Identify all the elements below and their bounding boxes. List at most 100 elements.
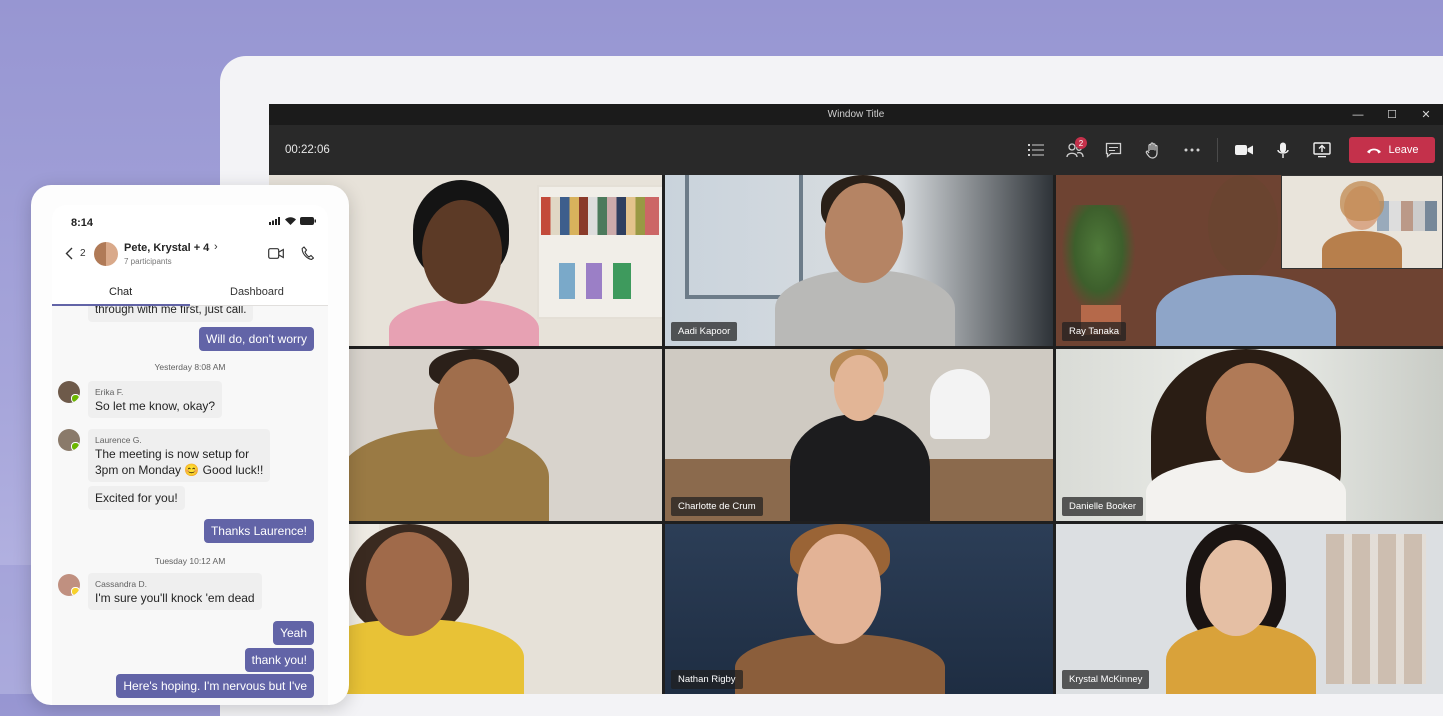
video-tile-aadi-kapoor[interactable]: Aadi Kapoor — [665, 175, 1053, 346]
video-tile-charlotte-de-crum[interactable]: Charlotte de Crum — [665, 349, 1053, 521]
timestamp: Yesterday 8:08 AM — [154, 362, 226, 372]
video-camera-icon — [1234, 145, 1253, 155]
close-button[interactable]: ✕ — [1409, 104, 1443, 125]
list-icon — [1027, 144, 1044, 156]
message-text-line: 3pm on Monday 😊 Good luck!! — [95, 463, 264, 477]
signal-icon — [269, 217, 280, 225]
toolbar-divider — [1217, 138, 1218, 162]
video-tile-danielle-booker[interactable]: Danielle Booker — [1056, 349, 1443, 521]
participant-count: 7 participants — [124, 257, 172, 266]
message-text: Thanks Laurence! — [210, 524, 307, 538]
status-time: 8:14 — [71, 217, 94, 229]
leave-button[interactable]: Leave — [1349, 137, 1435, 163]
video-tile-ray-tanaka[interactable]: Ray Tanaka — [1056, 175, 1443, 346]
video-tile-krystal-mckinney[interactable]: Krystal McKinney — [1056, 524, 1443, 694]
hang-up-icon — [1366, 148, 1381, 153]
microphone-icon — [1276, 142, 1289, 158]
more-icon — [1184, 148, 1199, 152]
message-bubble: Excited for you! — [88, 486, 185, 510]
window-controls: — ☐ ✕ — [1341, 104, 1443, 125]
participants-button[interactable]: 2 — [1055, 132, 1094, 168]
participant-name: Aadi Kapoor — [671, 322, 738, 341]
leave-label: Leave — [1388, 144, 1419, 156]
participants-badge: 2 — [1075, 137, 1087, 149]
self-view[interactable] — [1281, 175, 1443, 269]
share-screen-button[interactable] — [1302, 132, 1341, 168]
phone-screen: 8:14 2 Pete, Krystal + 4 › 7 participant… — [52, 205, 328, 705]
raise-hand-button[interactable] — [1133, 132, 1172, 168]
message-list[interactable]: through with me first, just call. Will d… — [52, 306, 328, 705]
group-avatar — [94, 242, 118, 266]
phone-device: 8:14 2 Pete, Krystal + 4 › 7 participant… — [31, 185, 349, 705]
window-frame — [685, 175, 803, 299]
meeting-toolbar: 00:22:06 2 Leave — [269, 125, 1443, 175]
show-participants-list-button[interactable] — [1016, 132, 1055, 168]
message-bubble: through with me first, just call. — [88, 306, 254, 322]
message-bubble-outgoing: thank you! — [244, 648, 314, 672]
status-bar: 8:14 — [52, 205, 328, 235]
message-text: Here's hoping. I'm nervous but I've — [123, 679, 307, 693]
wifi-icon — [285, 217, 296, 225]
participant-name: Krystal McKinney — [1062, 670, 1150, 689]
chat-title[interactable]: Pete, Krystal + 4 — [124, 242, 209, 254]
minimize-button[interactable]: — — [1341, 104, 1375, 125]
phone-call-icon[interactable] — [301, 246, 314, 260]
hand-icon — [1145, 141, 1158, 159]
clothing-rack — [1326, 534, 1426, 684]
chevron-right-icon: › — [214, 241, 218, 253]
tab-dashboard[interactable]: Dashboard — [230, 286, 284, 298]
message-text: So let me know, okay? — [95, 399, 216, 413]
message-bubble-outgoing: Yeah — [273, 621, 314, 645]
share-screen-icon — [1312, 142, 1331, 158]
message-text: thank you! — [251, 653, 307, 667]
message-bubble-outgoing: Thanks Laurence! — [203, 519, 314, 543]
video-call-icon[interactable] — [268, 248, 284, 259]
participant-name: Charlotte de Crum — [671, 497, 763, 516]
chat-header: 2 Pete, Krystal + 4 › 7 participants — [52, 240, 328, 276]
sender-name: Erika F. — [95, 387, 124, 397]
video-grid: Aadi Kapoor Ray Tanaka Charlotte de Crum… — [269, 175, 1443, 694]
presence-available-icon — [71, 394, 80, 403]
avatar-erika[interactable] — [58, 381, 80, 403]
call-timer: 00:22:06 — [285, 144, 330, 156]
presence-away-icon — [71, 587, 80, 596]
battery-icon — [300, 217, 316, 225]
message-text: Excited for you! — [95, 491, 178, 505]
avatar-laurence[interactable] — [58, 429, 80, 451]
message-bubble: Cassandra D. I'm sure you'll knock 'em d… — [88, 573, 262, 610]
message-text: I'm sure you'll knock 'em dead — [95, 591, 255, 605]
back-chevron-icon[interactable] — [65, 247, 73, 260]
message-text-line: The meeting is now setup for — [95, 447, 250, 461]
toolbar-actions: 2 Leave — [1016, 132, 1435, 168]
participant-name: Ray Tanaka — [1062, 322, 1126, 341]
chat-tabs: Chat Dashboard — [52, 280, 328, 306]
chair — [930, 369, 990, 439]
chat-button[interactable] — [1094, 132, 1133, 168]
participant-name: Nathan Rigby — [671, 670, 743, 689]
back-count: 2 — [80, 248, 86, 259]
camera-button[interactable] — [1224, 132, 1263, 168]
avatar-cassandra[interactable] — [58, 574, 80, 596]
self-view-body — [1322, 231, 1402, 268]
sender-name: Laurence G. — [95, 435, 142, 445]
presence-available-icon — [71, 442, 80, 451]
tab-chat[interactable]: Chat — [109, 286, 132, 298]
meeting-window: Window Title — ☐ ✕ 00:22:06 2 Leave Aadi… — [269, 104, 1443, 694]
message-bubble-outgoing: Here's hoping. I'm nervous but I've — [116, 674, 314, 698]
video-tile-nathan-rigby[interactable]: Nathan Rigby — [665, 524, 1053, 694]
book-row — [541, 197, 659, 235]
more-actions-button[interactable] — [1172, 132, 1211, 168]
message-bubble-outgoing: Will do, don't worry — [199, 327, 314, 351]
window-title: Window Title — [827, 109, 885, 120]
microphone-button[interactable] — [1263, 132, 1302, 168]
status-icons — [269, 217, 316, 225]
message-text: Yeah — [280, 626, 307, 640]
shelf-items — [559, 263, 649, 299]
plant — [1061, 205, 1136, 315]
timestamp: Tuesday 10:12 AM — [154, 556, 226, 566]
chat-icon — [1105, 142, 1122, 158]
message-text: through with me first, just call. — [95, 306, 247, 316]
message-bubble: Erika F. So let me know, okay? — [88, 381, 223, 418]
maximize-button[interactable]: ☐ — [1375, 104, 1409, 125]
self-view-shelf — [1377, 201, 1437, 231]
